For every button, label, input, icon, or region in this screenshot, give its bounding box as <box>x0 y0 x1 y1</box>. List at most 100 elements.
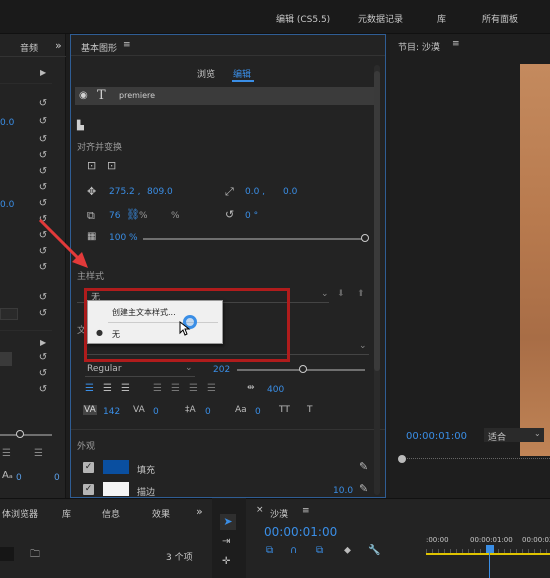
tsume-value[interactable]: 0 <box>255 407 261 417</box>
eyedropper-icon[interactable]: ✎ <box>359 460 368 473</box>
reset-icon[interactable]: ↺ <box>37 352 49 364</box>
kerning-value[interactable]: 142 <box>103 407 120 417</box>
program-scrub-bar[interactable] <box>398 455 550 466</box>
align-right-icon[interactable]: ☰ <box>34 448 43 459</box>
snap-icon[interactable]: ∩ <box>290 545 297 556</box>
reset-icon[interactable]: ↺ <box>37 166 49 178</box>
align-right-icon[interactable]: ☰ <box>121 383 130 394</box>
tab-info[interactable]: 信息 <box>102 507 120 520</box>
reset-icon[interactable]: ↺ <box>37 134 49 146</box>
panel-scrollbar[interactable] <box>374 65 380 495</box>
justify-left-icon[interactable]: ☰ <box>153 383 162 394</box>
value-1[interactable]: 0.0 <box>0 118 14 128</box>
reset-icon[interactable]: ↺ <box>37 150 49 162</box>
wrench-icon[interactable]: 🔧 <box>368 545 380 556</box>
pull-style-icon[interactable]: ⬆ <box>357 289 365 299</box>
tab-edit[interactable]: 编辑 <box>233 67 251 80</box>
tab-effects[interactable]: 效果 <box>152 507 170 520</box>
opacity-value[interactable]: 100 % <box>109 233 138 243</box>
baseline-shift-value[interactable]: 0 <box>205 407 211 417</box>
reset-icon[interactable]: ↺ <box>37 98 49 110</box>
fit-dropdown[interactable]: 适合 ⌄ <box>484 428 544 443</box>
audio-tab[interactable]: 音频 <box>20 41 38 54</box>
workspace-library[interactable]: 库 <box>437 12 446 25</box>
align-center-icon[interactable]: ☰ <box>103 383 112 394</box>
reset-icon[interactable]: ↺ <box>37 384 49 396</box>
play-arrow-icon[interactable]: ▶ <box>40 338 46 347</box>
play-arrow-icon[interactable]: ▶ <box>40 68 46 77</box>
font-style-dropdown[interactable]: Regular ⌄ <box>85 361 195 377</box>
selection-tool-icon[interactable]: ➤ <box>220 514 236 530</box>
marker-icon[interactable]: ⬥ <box>344 545 351 556</box>
mask-field[interactable] <box>0 352 12 366</box>
position-x[interactable]: 275.2 , <box>109 187 141 197</box>
track-select-icon[interactable]: ⇥ <box>222 536 230 547</box>
playhead[interactable] <box>486 545 494 553</box>
workspace-all-panels[interactable]: 所有面板 <box>482 12 518 25</box>
nest-icon[interactable]: ⧉ <box>266 545 273 556</box>
scale-value[interactable]: 76 <box>109 211 120 221</box>
scrub-start-knob[interactable] <box>398 455 406 463</box>
eye-icon[interactable]: ◉ <box>79 90 88 101</box>
workspace-metadata[interactable]: 元数据记录 <box>358 12 403 25</box>
justify-center-icon[interactable]: ☰ <box>171 383 180 394</box>
panel-menu-icon[interactable]: ≡ <box>452 39 460 49</box>
reset-icon[interactable]: ↺ <box>37 198 49 210</box>
panel-menu-icon[interactable]: ≡ <box>302 506 310 516</box>
search-field[interactable] <box>0 547 14 561</box>
panel-overflow[interactable]: » <box>196 505 203 518</box>
stroke-checkbox[interactable]: ✓ <box>83 484 94 495</box>
fill-checkbox[interactable]: ✓ <box>83 462 94 473</box>
anchor-x[interactable]: 0.0 , <box>245 187 265 197</box>
left-slider-knob[interactable] <box>16 430 24 438</box>
scrollbar-thumb[interactable] <box>374 71 380 371</box>
font-size-slider-knob[interactable] <box>299 365 307 373</box>
new-bin-icon[interactable]: 🗀 <box>30 547 40 564</box>
underline-icon[interactable]: T <box>307 405 313 415</box>
font-size-value[interactable]: 202 <box>213 365 230 375</box>
tab-library[interactable]: 库 <box>62 507 71 520</box>
opacity-slider-knob[interactable] <box>361 234 369 242</box>
reset-icon[interactable]: ↺ <box>37 308 49 320</box>
timeline-close-icon[interactable]: × <box>256 505 264 515</box>
anchor-y[interactable]: 0.0 <box>283 187 297 197</box>
layer-row[interactable]: ◉ T premiere <box>75 87 375 105</box>
ripple-edit-icon[interactable]: ✛ <box>222 556 230 567</box>
align-left-icon[interactable]: ☰ <box>85 383 94 394</box>
small-value-2[interactable]: 0 <box>54 473 60 483</box>
menu-item-none[interactable]: ● 无 <box>88 325 222 343</box>
superscript-icon[interactable]: TT <box>279 405 290 415</box>
reset-icon[interactable]: ↺ <box>37 182 49 194</box>
blend-dropdown[interactable] <box>0 308 18 320</box>
stroke-width-value[interactable]: 10.0 <box>333 486 353 496</box>
opacity-slider-track[interactable] <box>143 238 365 240</box>
stroke-color-swatch[interactable] <box>103 482 129 496</box>
panel-overflow[interactable]: » <box>55 39 62 52</box>
panel-menu-icon[interactable]: ≡ <box>123 40 131 50</box>
leading-value[interactable]: 0 <box>153 407 159 417</box>
tab-browse[interactable]: 浏览 <box>197 67 215 80</box>
tab-media-browser[interactable]: 体浏览器 <box>2 507 38 520</box>
linked-selection-icon[interactable]: ⧉ <box>316 545 323 556</box>
reset-icon[interactable]: ↺ <box>37 116 49 128</box>
align-horizontal-icon[interactable]: ⊡ <box>107 159 116 172</box>
layer-name[interactable]: premiere <box>119 91 155 100</box>
scale-link-icon[interactable]: ⛓ <box>126 208 140 221</box>
program-timecode[interactable]: 00:00:01:00 <box>406 431 467 442</box>
push-style-icon[interactable]: ⬇ <box>337 289 345 299</box>
value-2[interactable]: 0.0 <box>0 200 14 210</box>
justify-right-icon[interactable]: ☰ <box>189 383 198 394</box>
tracking-value[interactable]: 400 <box>267 385 284 395</box>
timeline-timecode[interactable]: 00:00:01:00 <box>264 525 337 539</box>
position-y[interactable]: 809.0 <box>147 187 173 197</box>
align-vertical-icon[interactable]: ⊡ <box>87 159 96 172</box>
align-center-icon[interactable]: ☰ <box>2 448 11 459</box>
rotation-value[interactable]: 0 ° <box>245 211 258 221</box>
menu-item-create-style[interactable]: 创建主文本样式... <box>88 303 222 321</box>
left-slider-track[interactable] <box>0 434 52 436</box>
justify-all-icon[interactable]: ☰ <box>207 383 216 394</box>
workspace-editing[interactable]: 编辑 (CS5.5) <box>276 12 330 25</box>
fill-color-swatch[interactable] <box>103 460 129 474</box>
small-value-1[interactable]: 0 <box>16 473 22 483</box>
reset-icon[interactable]: ↺ <box>37 368 49 380</box>
